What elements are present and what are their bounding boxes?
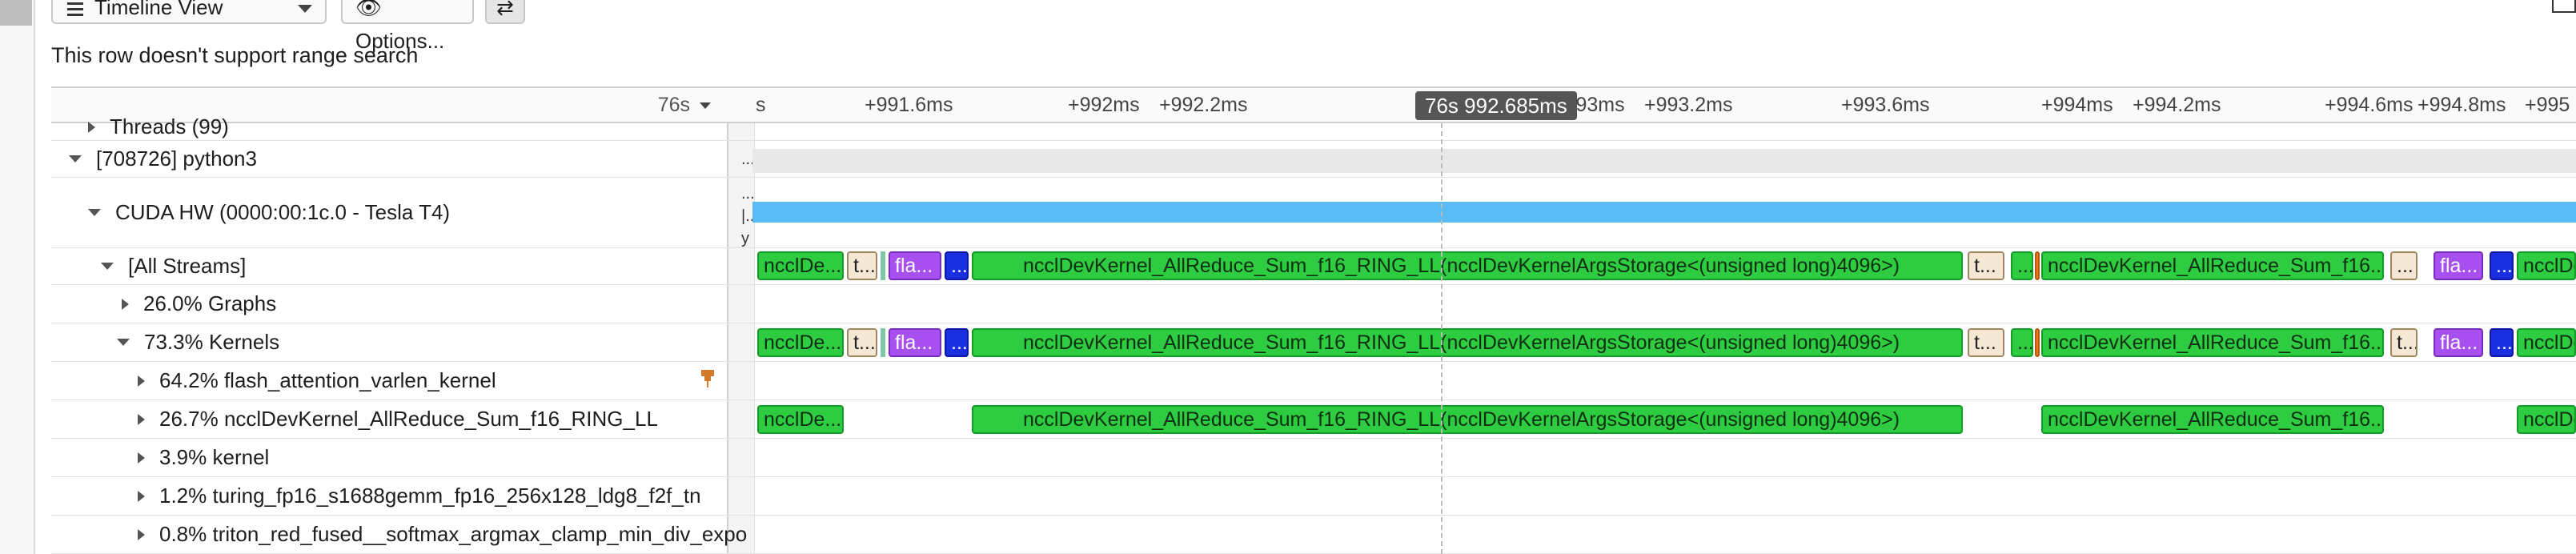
kernel-block[interactable]: t...	[1968, 251, 2004, 280]
cuda-hw-activity-bar	[752, 202, 2576, 223]
tree-row-graphs[interactable]: 26.0% Graphs	[51, 285, 2576, 323]
kernel-block[interactable]: ncclDevKernel_AllReduce_Sum_f16...	[2041, 251, 2384, 280]
tree-row-label: 0.8% triton_red_fused__softmax_argmax_cl…	[138, 516, 778, 553]
kernel-block[interactable]: ...	[945, 328, 969, 357]
row-label: [708726] python3	[96, 147, 257, 171]
tree-row-kernel[interactable]: 3.9% kernel	[51, 439, 2576, 477]
row-label: 73.3% Kernels	[144, 330, 280, 354]
tree-row-turing-gemm[interactable]: 1.2% turing_fp16_s1688gemm_fp16_256x128_…	[51, 477, 2576, 516]
collapse-icon[interactable]	[117, 339, 130, 346]
kernel-block[interactable]: fla...	[2434, 251, 2483, 280]
tree-row-label: 3.9% kernel	[138, 439, 269, 476]
kernel-block[interactable]: ...	[2011, 251, 2033, 280]
panel-toggle-icon[interactable]	[2552, 0, 2576, 13]
tree-row-label: 64.2% flash_attention_varlen_kernel	[138, 362, 496, 399]
row-label: CUDA HW (0000:00:1c.0 - Tesla T4)	[115, 200, 451, 224]
row-label: [All Streams]	[128, 254, 247, 278]
expand-icon[interactable]	[138, 452, 145, 464]
chevron-down-icon	[700, 102, 711, 110]
kernel-block[interactable]: t...	[2390, 328, 2418, 357]
kernel-sliver[interactable]	[881, 328, 885, 357]
tree-row-threads[interactable]: Threads (99)	[51, 114, 2576, 141]
tree-row-label: Threads (99)	[88, 114, 229, 140]
tree-row-label: CUDA HW (0000:00:1c.0 - Tesla T4)	[88, 178, 450, 247]
chevron-down-icon	[298, 5, 312, 13]
kernel-block[interactable]: ...	[2011, 328, 2033, 357]
kernel-block[interactable]: ncclDevKernel_AllReduce_Sum_f16_RING_LL(…	[972, 405, 1963, 434]
tree-row-triton[interactable]: 0.8% triton_red_fused__softmax_argmax_cl…	[51, 516, 2576, 554]
kernel-block[interactable]: fla...	[2434, 328, 2483, 357]
kernel-block[interactable]: ncclDe	[2517, 251, 2576, 280]
eye-icon: 👁	[355, 0, 383, 19]
row-label: 26.0% Graphs	[143, 291, 277, 315]
expand-icon[interactable]	[122, 298, 129, 310]
kernel-sliver[interactable]	[881, 251, 885, 280]
kernel-block[interactable]: ncclDe...	[757, 251, 844, 280]
menu-icon	[67, 0, 83, 19]
kernel-block[interactable]: ncclDevKernel_AllReduce_Sum_f16...	[2041, 328, 2384, 357]
pin-icon[interactable]	[701, 370, 714, 387]
range-search-notice: This row doesn't support range search	[51, 43, 419, 67]
process-activity-bar	[752, 149, 2576, 173]
tree-row-label: 73.3% Kernels	[117, 323, 279, 361]
kernel-block[interactable]: t...	[847, 251, 877, 280]
swap-button[interactable]: ⇄	[485, 0, 525, 24]
kernel-block[interactable]: t...	[1968, 328, 2004, 357]
expand-icon[interactable]	[138, 490, 145, 502]
kernel-block[interactable]: ...	[2490, 251, 2514, 280]
row-label: 26.7% ncclDevKernel_AllReduce_Sum_f16_RI…	[159, 407, 658, 431]
row-label: 3.9% kernel	[159, 445, 270, 469]
options-button[interactable]: 👁 Options...	[341, 0, 474, 53]
kernel-block[interactable]: ...	[945, 251, 969, 280]
expand-icon[interactable]	[88, 121, 95, 133]
kernel-block[interactable]: ncclDe...	[757, 405, 844, 434]
side-tab[interactable]	[0, 0, 32, 26]
kernel-block[interactable]: ncclDevKernel_AllReduce_Sum_f16_RING_LL(…	[972, 251, 1963, 280]
row-label: 64.2% flash_attention_varlen_kernel	[159, 368, 496, 392]
kernel-block[interactable]: ncclDe...	[757, 328, 844, 357]
kernel-sliver[interactable]	[2035, 251, 2040, 280]
kernel-block[interactable]: ncclDe	[2517, 328, 2576, 357]
collapse-icon[interactable]	[69, 155, 82, 163]
expand-icon[interactable]	[138, 413, 145, 425]
kernel-block[interactable]: ncclDevKernel_AllReduce_Sum_f16...	[2041, 405, 2384, 434]
time-base-label: 76s	[657, 94, 690, 116]
tree-row-label: 26.0% Graphs	[122, 285, 276, 323]
kernel-block[interactable]: ncclDevKernel_AllReduce_Sum_f16_RING_LL(…	[972, 328, 1963, 357]
cursor-time-label: 76s 992.685ms	[1415, 91, 1577, 120]
view-selector-label: Timeline View	[94, 0, 223, 19]
time-cursor-line	[1441, 123, 1442, 554]
tree-row-label: [708726] python3	[69, 141, 257, 177]
row-label: Threads (99)	[110, 114, 229, 138]
row-label: 1.2% turing_fp16_s1688gemm_fp16_256x128_…	[159, 484, 701, 508]
kernel-block[interactable]: fla...	[889, 251, 941, 280]
kernel-block[interactable]: fla...	[889, 328, 941, 357]
left-side-panel	[0, 0, 35, 554]
collapse-icon[interactable]	[88, 209, 101, 216]
expand-icon[interactable]	[138, 375, 145, 387]
kernel-block[interactable]: t...	[847, 328, 877, 357]
tree-row-label: 1.2% turing_fp16_s1688gemm_fp16_256x128_…	[138, 477, 701, 515]
swap-icon: ⇄	[496, 0, 514, 19]
kernel-block[interactable]: ...	[2390, 251, 2418, 280]
kernel-block[interactable]: ...	[2490, 328, 2514, 357]
expand-icon[interactable]	[138, 528, 145, 540]
kernel-sliver[interactable]	[2035, 328, 2040, 357]
tree-row-label: [All Streams]	[101, 248, 246, 284]
kernel-block[interactable]: ncclDe	[2517, 405, 2576, 434]
collapse-icon[interactable]	[101, 263, 114, 270]
tree-row-flash-attention[interactable]: 64.2% flash_attention_varlen_kernel	[51, 362, 2576, 400]
row-label: 0.8% triton_red_fused__softmax_argmax_cl…	[159, 522, 748, 546]
view-selector[interactable]: Timeline View	[51, 0, 327, 24]
tree-row-label: 26.7% ncclDevKernel_AllReduce_Sum_f16_RI…	[138, 400, 658, 438]
